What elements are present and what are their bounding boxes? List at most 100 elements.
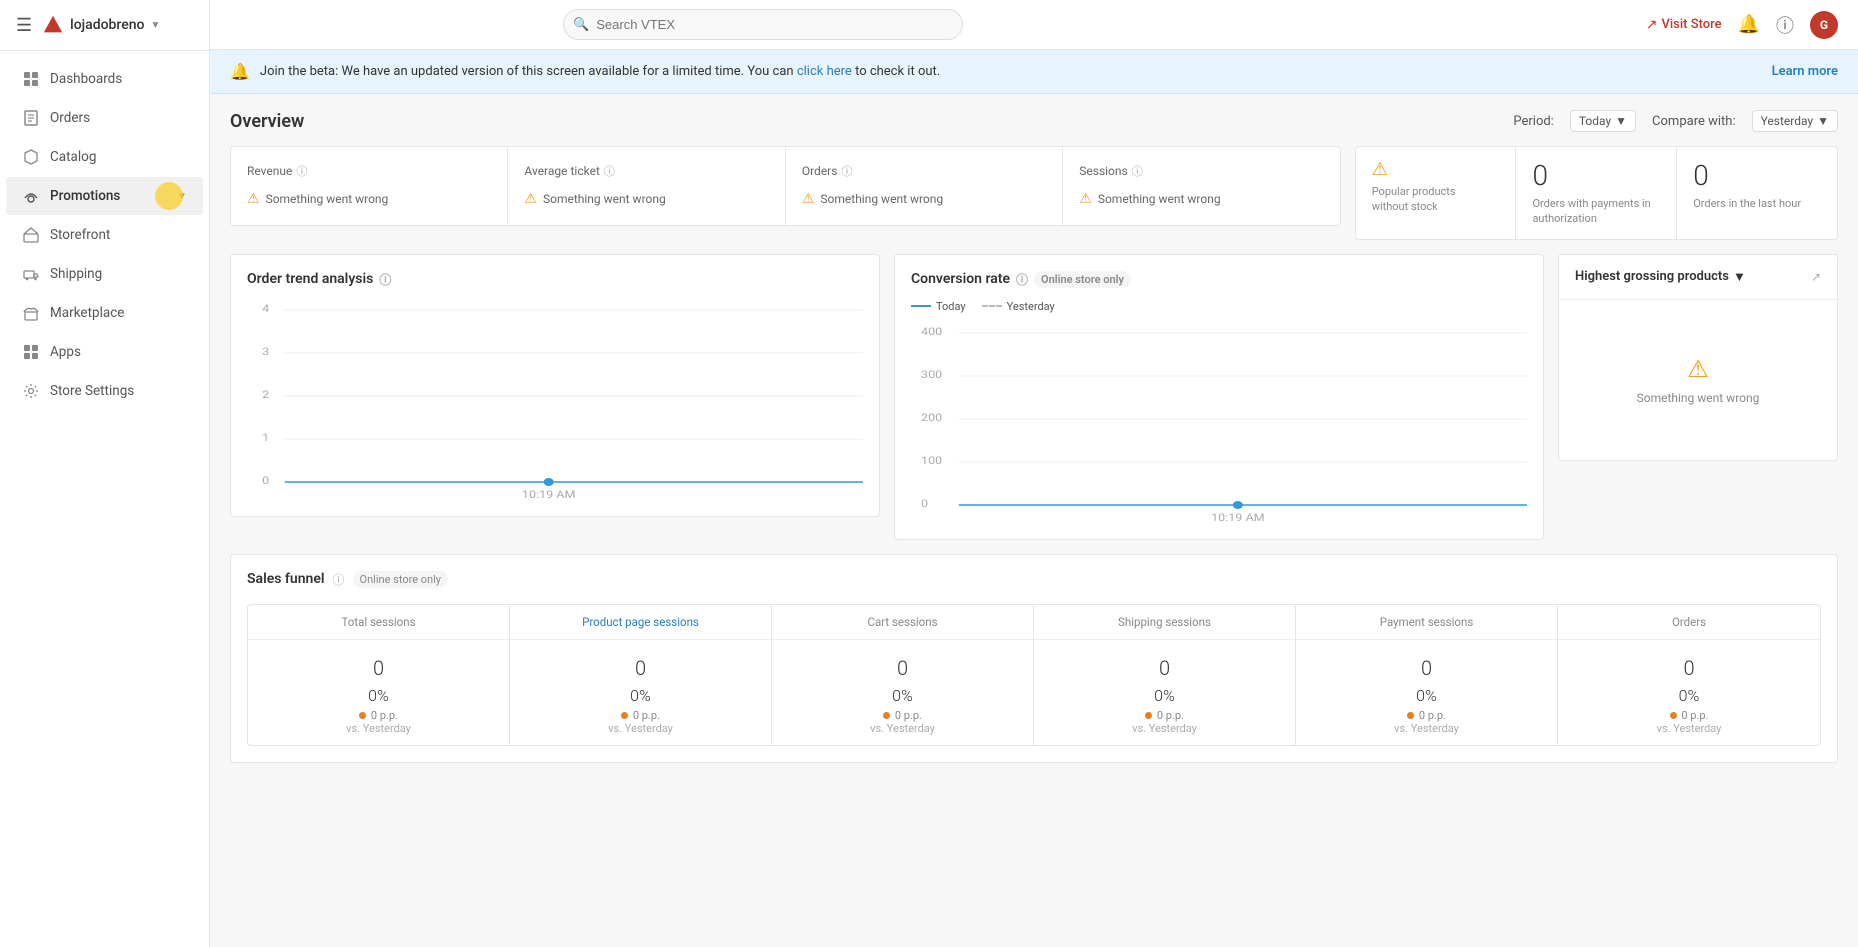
- main-content: 🔔 Join the beta: We have an updated vers…: [210, 50, 1858, 947]
- storefront-icon: [22, 226, 40, 244]
- conversion-rate-chart: Conversion rate ⓘ Online store only Toda…: [894, 254, 1544, 540]
- total-sessions-pct: 0%: [256, 686, 501, 705]
- order-trend-svg: 4 3 2 1 0: [247, 300, 863, 500]
- visit-store-arrow-icon: ↗: [1646, 17, 1658, 33]
- orders-funnel-num: 0: [1566, 656, 1812, 680]
- cart-sessions-pp: 0 p.p.: [780, 709, 1025, 722]
- charts-and-products-row: Order trend analysis ⓘ 4 3 2 1 0: [230, 254, 1838, 540]
- sessions-error: ⚠ Something went wrong: [1079, 191, 1323, 207]
- y-label-200: 200: [921, 411, 942, 423]
- beta-click-here-link[interactable]: click here: [797, 64, 852, 79]
- sales-funnel-title: Sales funnel: [247, 571, 325, 587]
- beta-text-content: Join the beta: We have an updated versio…: [260, 64, 794, 79]
- funnel-cart-sessions-value: 0 0% 0 p.p. vs. Yesterday: [772, 640, 1034, 745]
- funnel-col-payment-sessions-header: Payment sessions: [1296, 605, 1558, 640]
- orders-payment-label: Orders with payments in authorization: [1532, 196, 1660, 227]
- legend-yesterday-line: [982, 305, 1002, 307]
- notifications-icon[interactable]: 🔔: [1738, 14, 1760, 35]
- total-sessions-pp: 0 p.p.: [256, 709, 501, 722]
- avg-ticket-info-icon[interactable]: ⓘ: [604, 163, 615, 179]
- learn-more-button[interactable]: Learn more: [1772, 64, 1838, 79]
- sales-funnel-header: Sales funnel ⓘ Online store only: [247, 571, 1821, 588]
- metric-revenue: Revenue ⓘ ⚠ Something went wrong: [231, 147, 508, 225]
- sidebar-item-shipping[interactable]: Shipping: [6, 255, 203, 293]
- conversion-rate-info-icon[interactable]: ⓘ: [1016, 271, 1028, 288]
- catalog-icon: [22, 148, 40, 166]
- highest-grossing-link-icon[interactable]: ↗: [1811, 270, 1821, 284]
- total-sessions-vs: vs. Yesterday: [256, 722, 501, 735]
- payment-sessions-pp: 0 p.p.: [1304, 709, 1549, 722]
- store-chevron-icon[interactable]: ▼: [150, 20, 160, 31]
- sessions-info-icon[interactable]: ⓘ: [1132, 163, 1143, 179]
- metric-average-ticket-title: Average ticket ⓘ: [524, 163, 768, 179]
- conversion-rate-subtitle: Online store only: [1034, 271, 1131, 288]
- beta-text: Join the beta: We have an updated versio…: [260, 64, 1762, 79]
- visit-store-button[interactable]: ↗ Visit Store: [1646, 17, 1722, 33]
- sessions-warning-icon: ⚠: [1079, 191, 1092, 207]
- orders-icon: [22, 109, 40, 127]
- sidebar-item-promotions[interactable]: Promotions ▼: [6, 177, 203, 215]
- sidebar-item-storefront[interactable]: Storefront: [6, 216, 203, 254]
- help-icon[interactable]: ⓘ: [1776, 12, 1794, 38]
- orders-funnel-pct: 0%: [1566, 686, 1812, 705]
- popular-products-metric: ⚠ Popular products without stock: [1356, 147, 1517, 239]
- product-sessions-vs: vs. Yesterday: [518, 722, 763, 735]
- hamburger-icon[interactable]: ☰: [16, 15, 32, 36]
- promotions-expand-icon: ▼: [177, 191, 187, 202]
- orders-payment-value: 0: [1532, 159, 1660, 192]
- sidebar-item-label: Marketplace: [50, 305, 187, 321]
- highest-grossing-chevron-icon: ▼: [1733, 269, 1746, 285]
- highest-grossing-header: Highest grossing products ▼ ↗: [1559, 255, 1837, 300]
- avg-ticket-error: ⚠ Something went wrong: [524, 191, 768, 207]
- settings-icon: [22, 382, 40, 400]
- conversion-today-dot: [1233, 501, 1243, 509]
- vtex-logo[interactable]: lojadobreno ▼: [42, 14, 160, 36]
- compare-value: Yesterday: [1761, 114, 1814, 128]
- beta-banner: 🔔 Join the beta: We have an updated vers…: [210, 50, 1858, 94]
- orders-error: ⚠ Something went wrong: [802, 191, 1046, 207]
- user-avatar[interactable]: G: [1810, 11, 1838, 39]
- conversion-rate-svg: 400 300 200 100 0: [911, 323, 1527, 523]
- orders-info-icon[interactable]: ⓘ: [841, 163, 852, 179]
- sidebar-item-label: Catalog: [50, 149, 187, 165]
- avatar-initial: G: [1820, 18, 1828, 32]
- y-label-2: 2: [262, 388, 269, 400]
- funnel-payment-sessions-value: 0 0% 0 p.p. vs. Yesterday: [1296, 640, 1558, 745]
- conversion-rate-chart-area: 400 300 200 100 0: [911, 323, 1527, 523]
- orders-last-hour-label: Orders in the last hour: [1693, 196, 1821, 211]
- sales-funnel-info-icon[interactable]: ⓘ: [333, 571, 345, 588]
- period-selector[interactable]: Today ▼: [1570, 110, 1636, 132]
- revenue-error: ⚠ Something went wrong: [247, 191, 491, 207]
- highest-grossing-title-button[interactable]: Highest grossing products ▼: [1575, 269, 1746, 285]
- revenue-info-icon[interactable]: ⓘ: [296, 163, 307, 179]
- highest-grossing-panel: Highest grossing products ▼ ↗ ⚠ Somethin…: [1558, 254, 1838, 461]
- shipping-sessions-num: 0: [1042, 656, 1287, 680]
- product-sessions-num: 0: [518, 656, 763, 680]
- metric-orders: Orders ⓘ ⚠ Something went wrong: [786, 147, 1063, 225]
- cart-sessions-pct: 0%: [780, 686, 1025, 705]
- avg-ticket-warning-icon: ⚠: [524, 191, 537, 207]
- vtex-brand-icon: [42, 14, 64, 36]
- legend-yesterday: Yesterday: [982, 300, 1055, 313]
- chart-legend: Today Yesterday: [911, 300, 1527, 313]
- conversion-rate-title: Conversion rate ⓘ Online store only: [911, 271, 1527, 288]
- dot-orange-icon: [1145, 712, 1152, 719]
- search-input[interactable]: [563, 9, 963, 40]
- shipping-sessions-pp: 0 p.p.: [1042, 709, 1287, 722]
- sidebar-item-catalog[interactable]: Catalog: [6, 138, 203, 176]
- topbar: 🔍 ↗ Visit Store 🔔 ⓘ G: [210, 0, 1858, 50]
- beta-text-after: to check it out.: [855, 64, 940, 79]
- sidebar-item-orders[interactable]: Orders: [6, 99, 203, 137]
- sidebar-item-dashboards[interactable]: Dashboards: [6, 60, 203, 98]
- order-trend-info-icon[interactable]: ⓘ: [379, 271, 391, 288]
- orders-last-hour-value: 0: [1693, 159, 1821, 192]
- order-trend-title: Order trend analysis ⓘ: [247, 271, 863, 288]
- compare-selector[interactable]: Yesterday ▼: [1752, 110, 1838, 132]
- cart-sessions-vs: vs. Yesterday: [780, 722, 1025, 735]
- funnel-col-product-sessions-header[interactable]: Product page sessions: [510, 605, 772, 640]
- sidebar-item-apps[interactable]: Apps: [6, 333, 203, 371]
- metric-average-ticket: Average ticket ⓘ ⚠ Something went wrong: [508, 147, 785, 225]
- sidebar-item-store-settings[interactable]: Store Settings: [6, 372, 203, 410]
- funnel-col-cart-sessions-header: Cart sessions: [772, 605, 1034, 640]
- sidebar-item-marketplace[interactable]: Marketplace: [6, 294, 203, 332]
